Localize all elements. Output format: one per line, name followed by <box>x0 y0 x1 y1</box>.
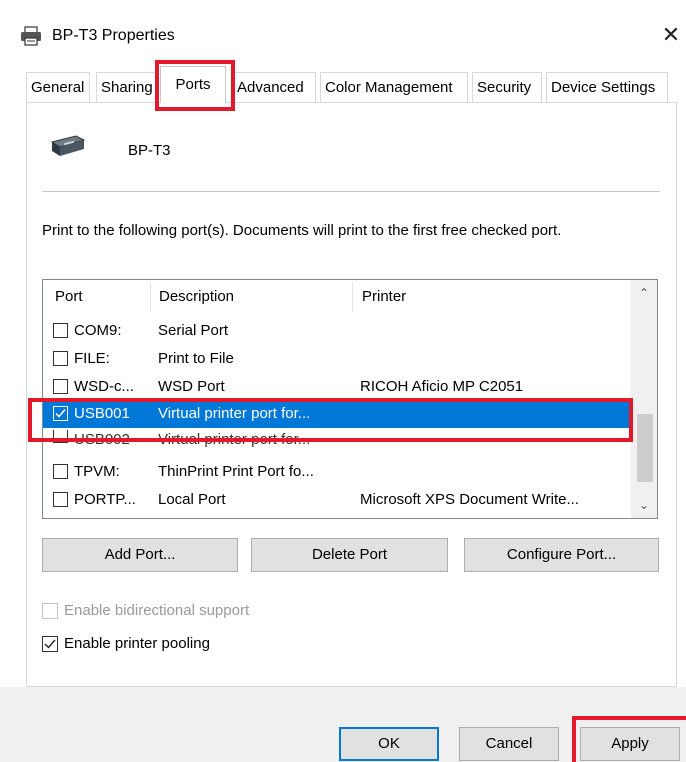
divider <box>42 191 660 192</box>
printer-title-icon <box>20 26 42 46</box>
port-name: WSD-c... <box>74 378 134 395</box>
window-title: BP-T3 Properties <box>52 27 175 44</box>
port-name: COM9: <box>74 322 122 339</box>
tab-divider <box>26 102 678 103</box>
port-printer: Microsoft XPS Document Write... <box>360 491 579 508</box>
list-scrollbar[interactable] <box>631 280 657 518</box>
port-name: TPVM: <box>74 463 120 480</box>
cancel-button[interactable]: Cancel <box>459 727 559 761</box>
tab-device-settings[interactable]: Device Settings <box>546 72 668 102</box>
port-checkbox-checked[interactable] <box>53 406 68 421</box>
port-checkbox[interactable] <box>53 492 68 507</box>
port-description: ThinPrint Print Port fo... <box>158 463 314 480</box>
printer-name: BP-T3 <box>128 142 171 159</box>
column-separator <box>352 282 353 312</box>
table-row[interactable]: FILE: Print to File <box>43 345 630 373</box>
port-description: Virtual printer port for... <box>158 431 311 448</box>
close-button[interactable]: ✕ <box>656 20 686 50</box>
port-description: Serial Port <box>158 322 229 339</box>
port-description: Virtual printer port for... <box>158 405 311 422</box>
port-checkbox[interactable] <box>53 379 68 394</box>
tab-advanced[interactable]: Advanced <box>232 72 316 102</box>
chevron-up-icon[interactable]: ⌃ <box>631 282 657 304</box>
table-row-selected[interactable]: USB001 Virtual printer port for... <box>43 400 630 428</box>
column-header-printer[interactable]: Printer <box>362 288 406 305</box>
table-row[interactable]: USB002 Virtual printer port for... <box>43 430 630 452</box>
port-name: USB002 <box>74 431 130 448</box>
port-name: USB001 <box>74 405 130 422</box>
table-row[interactable]: PORTP... Local Port Microsoft XPS Docume… <box>43 486 630 514</box>
bidirectional-label: Enable bidirectional support <box>64 602 250 619</box>
port-checkbox[interactable] <box>53 464 68 479</box>
delete-port-button[interactable]: Delete Port <box>251 538 448 572</box>
tab-ports[interactable]: Ports <box>160 66 226 103</box>
table-row[interactable]: TPVM: ThinPrint Print Port fo... <box>43 458 630 486</box>
port-description-text: Print to the following port(s). Document… <box>42 222 562 239</box>
tab-general[interactable]: General <box>26 72 90 102</box>
tab-security[interactable]: Security <box>472 72 542 102</box>
tab-color-management[interactable]: Color Management <box>320 72 468 102</box>
port-name: PORTP... <box>74 491 136 508</box>
printer-pooling-label: Enable printer pooling <box>64 635 210 652</box>
ok-button[interactable]: OK <box>339 727 439 761</box>
chevron-down-icon[interactable]: ⌄ <box>631 494 657 516</box>
port-description: Print to File <box>158 350 234 367</box>
port-name: FILE: <box>74 350 110 367</box>
printer-pooling-checkbox[interactable] <box>42 636 58 652</box>
column-header-port[interactable]: Port <box>55 288 83 305</box>
port-printer: RICOH Aficio MP C2051 <box>360 378 524 395</box>
table-row[interactable]: WSD-c... WSD Port RICOH Aficio MP C2051 <box>43 373 630 401</box>
port-checkbox[interactable] <box>53 430 68 443</box>
bidirectional-checkbox <box>42 603 58 619</box>
port-checkbox[interactable] <box>53 323 68 338</box>
configure-port-button[interactable]: Configure Port... <box>464 538 659 572</box>
scrollbar-thumb[interactable] <box>637 414 653 482</box>
port-description: WSD Port <box>158 378 225 395</box>
table-row[interactable]: COM9: Serial Port <box>43 317 630 345</box>
apply-button[interactable]: Apply <box>580 727 680 761</box>
column-header-description[interactable]: Description <box>159 288 234 305</box>
port-checkbox[interactable] <box>53 351 68 366</box>
add-port-button[interactable]: Add Port... <box>42 538 238 572</box>
printer-icon <box>46 134 88 160</box>
port-description: Local Port <box>158 491 226 508</box>
tab-sharing[interactable]: Sharing <box>96 72 158 102</box>
column-separator <box>150 282 151 312</box>
